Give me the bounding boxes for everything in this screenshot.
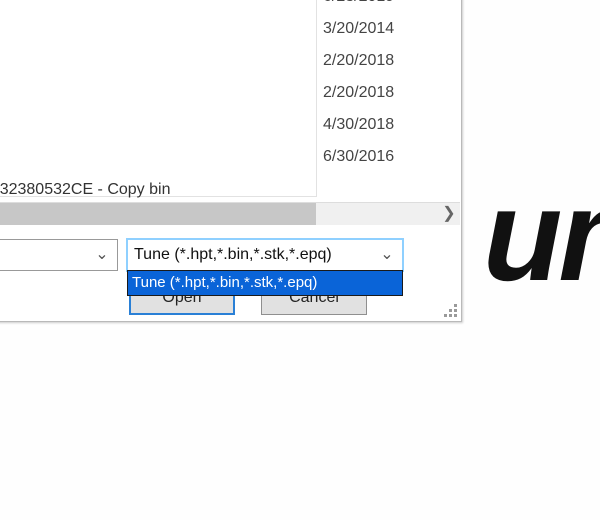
chevron-down-icon[interactable]: ⌄ bbox=[376, 240, 398, 270]
date-cell: 3/20/2014 bbox=[321, 13, 456, 45]
resize-grip-icon[interactable] bbox=[441, 301, 457, 317]
file-type-combobox[interactable]: Tune (*.hpt,*.bin,*.stk,*.epq) ⌄ bbox=[127, 239, 403, 271]
date-cell: 6/23/2019 bbox=[321, 0, 456, 13]
filename-combobox[interactable]: ⌄ bbox=[0, 239, 118, 271]
chevron-down-icon[interactable]: ⌄ bbox=[91, 240, 113, 270]
date-cell: 6/30/2016 bbox=[321, 141, 456, 173]
date-cell: 2/20/2018 bbox=[321, 77, 456, 109]
scrollbar-thumb[interactable] bbox=[0, 203, 316, 225]
date-modified-column: 6/23/2019 3/20/2014 2/20/2018 2/20/2018 … bbox=[321, 0, 456, 173]
file-type-option[interactable]: Tune (*.hpt,*.bin,*.stk,*.epq) bbox=[128, 271, 402, 295]
date-cell: 2/20/2018 bbox=[321, 45, 456, 77]
file-type-selected: Tune (*.hpt,*.bin,*.stk,*.epq) bbox=[134, 240, 332, 270]
file-list-pane[interactable] bbox=[0, 0, 317, 197]
file-type-dropdown[interactable]: Tune (*.hpt,*.bin,*.stk,*.epq) bbox=[127, 270, 403, 296]
scroll-right-icon[interactable]: ❯ bbox=[438, 203, 460, 225]
date-cell: 4/30/2018 bbox=[321, 109, 456, 141]
open-file-dialog: 6/23/2019 3/20/2014 2/20/2018 2/20/2018 … bbox=[0, 0, 462, 322]
background-word-fragment: um bbox=[483, 160, 600, 310]
filename-truncated: 31ul 32380532CE - Copy bin bbox=[0, 179, 320, 201]
horizontal-scrollbar[interactable]: ❯ bbox=[0, 202, 460, 225]
